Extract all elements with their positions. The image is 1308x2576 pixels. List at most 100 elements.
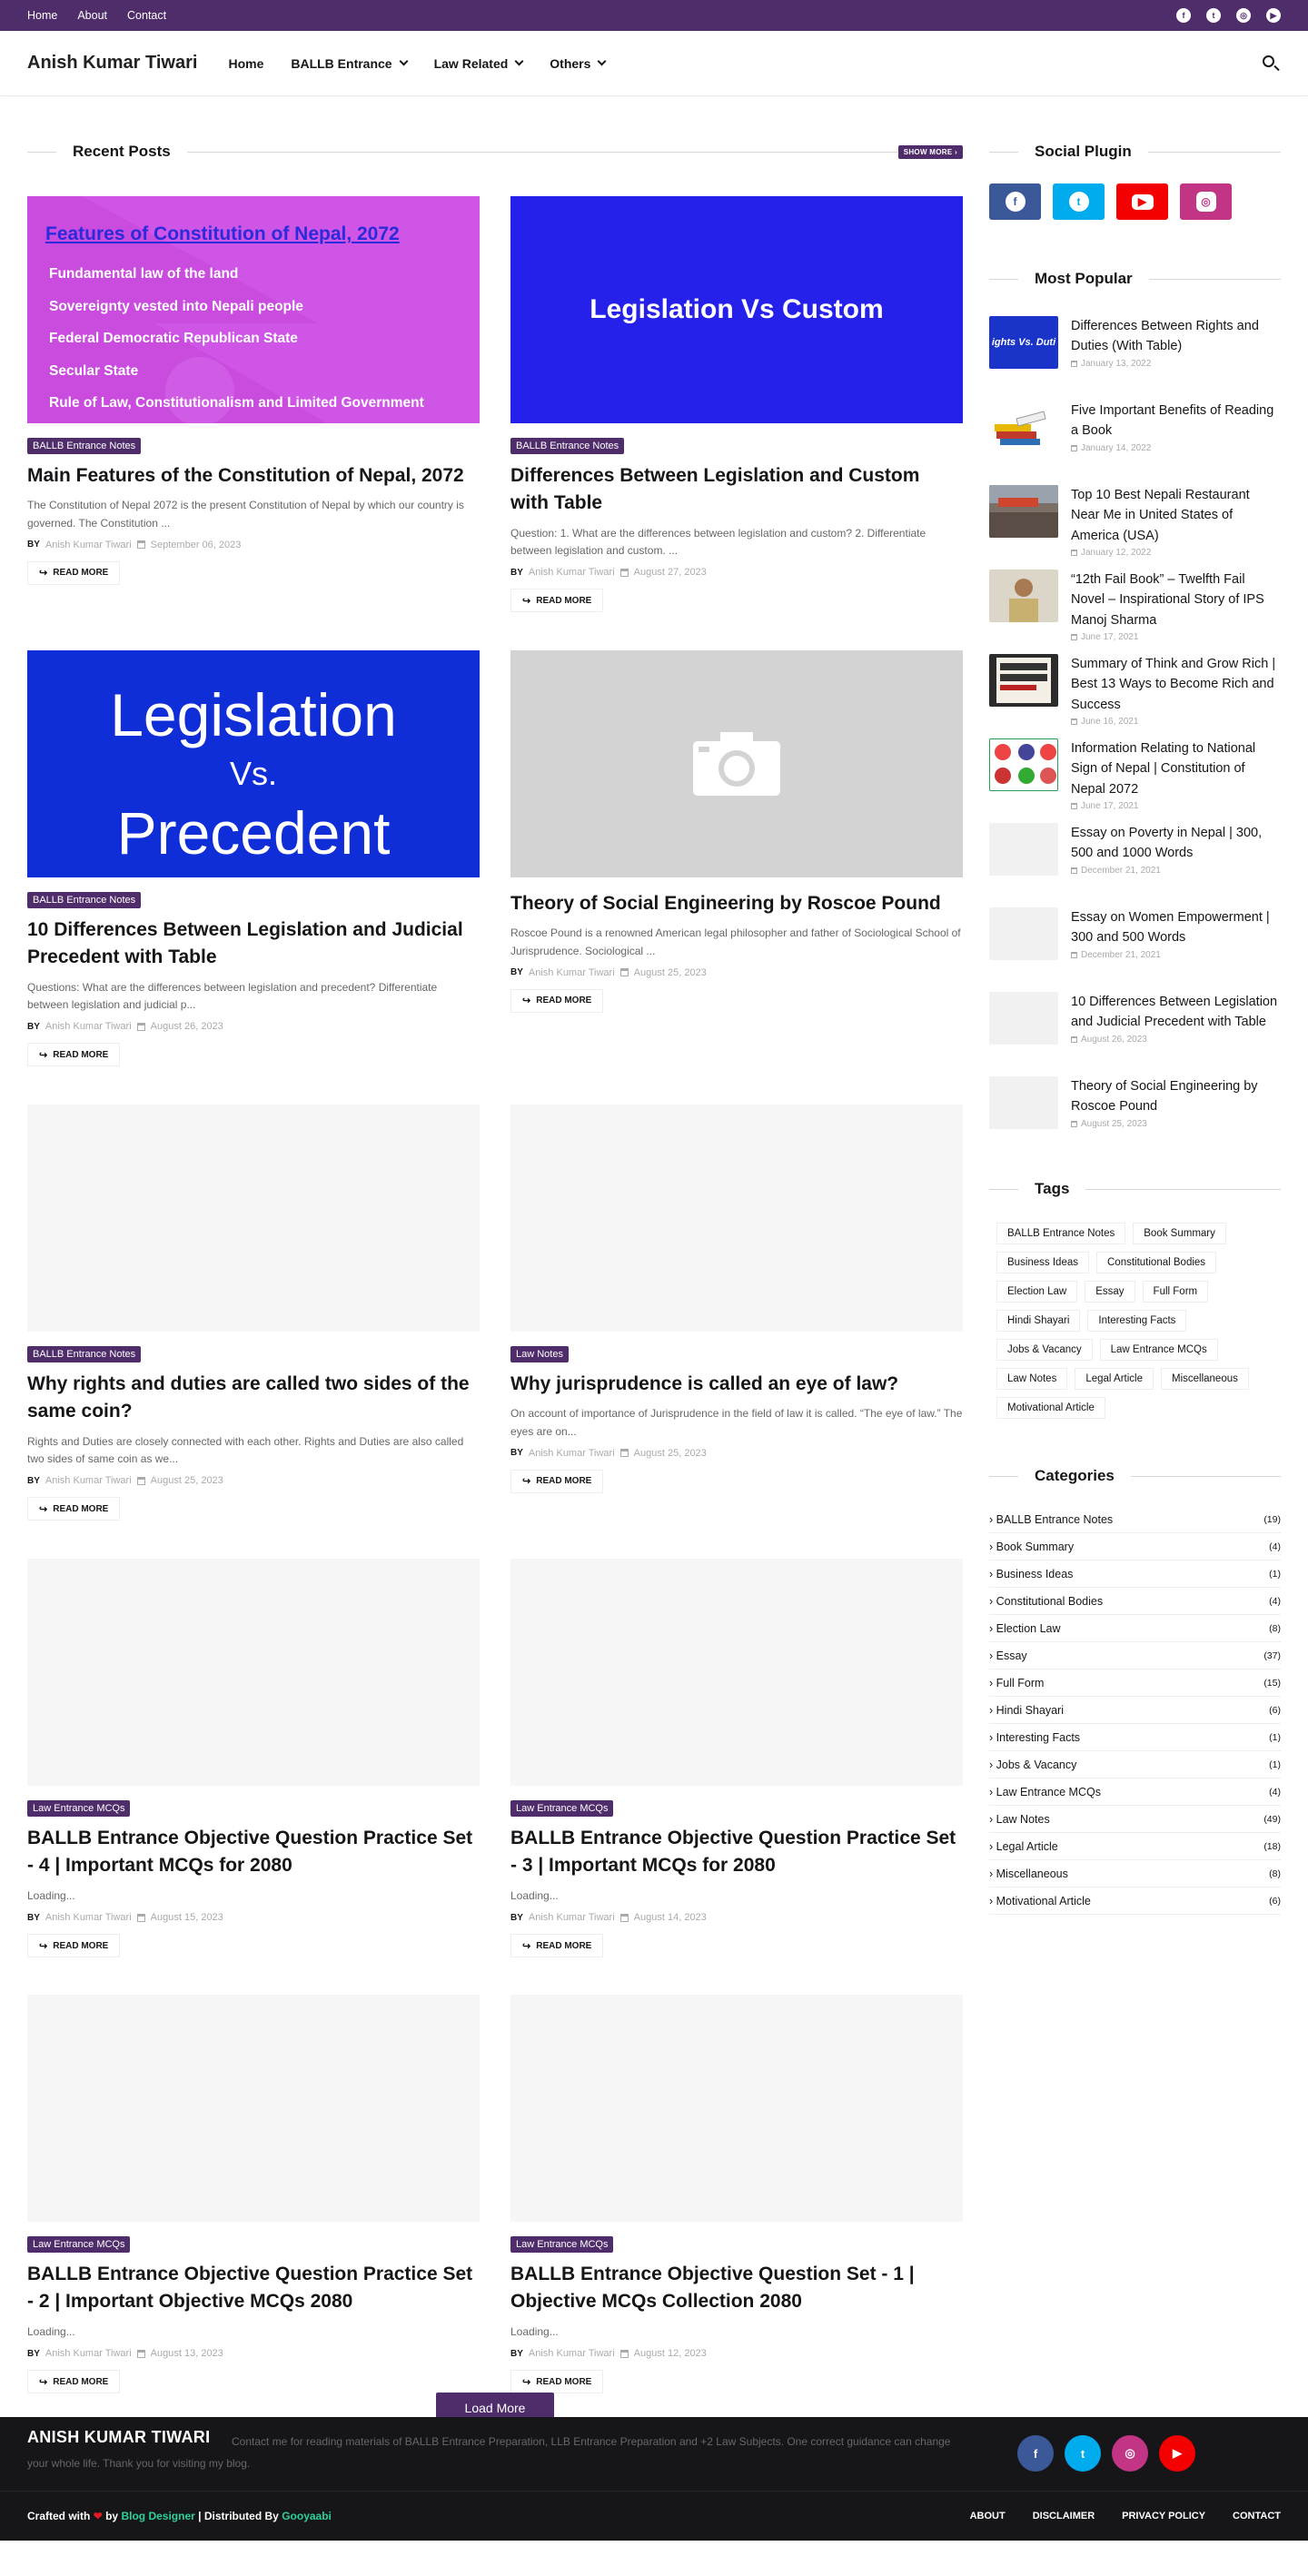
tag-item[interactable]: Motivational Article bbox=[996, 1397, 1105, 1419]
post-title[interactable]: Why rights and duties are called two sid… bbox=[27, 1371, 480, 1426]
nav-home[interactable]: Home bbox=[228, 56, 263, 71]
youtube-icon[interactable]: ▶ bbox=[1266, 8, 1281, 23]
show-more-button[interactable]: SHOW MORE › bbox=[897, 144, 963, 159]
tag-item[interactable]: Interesting Facts bbox=[1087, 1310, 1187, 1332]
site-logo[interactable]: Anish Kumar Tiwari bbox=[27, 53, 197, 74]
post-thumbnail[interactable]: Legislation Vs Custom bbox=[510, 196, 963, 423]
category-item[interactable]: › BALLB Entrance Notes (19) bbox=[989, 1506, 1281, 1533]
popular-item[interactable]: 10 Differences Between Legislation and J… bbox=[989, 992, 1281, 1076]
category-item[interactable]: › Jobs & Vacancy (1) bbox=[989, 1751, 1281, 1778]
read-more-button[interactable]: ↪ READ MORE bbox=[510, 988, 604, 1013]
post-thumbnail[interactable]: Features of Constitution of Nepal, 2072 … bbox=[27, 196, 480, 423]
post-thumbnail[interactable] bbox=[510, 650, 963, 877]
post-title[interactable]: BALLB Entrance Objective Question Practi… bbox=[27, 1825, 480, 1880]
category-item[interactable]: › Legal Article (18) bbox=[989, 1833, 1281, 1860]
footer-link-contact[interactable]: CONTACT bbox=[1233, 2511, 1281, 2522]
popular-title[interactable]: Essay on Women Empowerment | 300 and 500… bbox=[1071, 907, 1281, 948]
tag-item[interactable]: Law Entrance MCQs bbox=[1099, 1339, 1218, 1361]
post-title[interactable]: BALLB Entrance Objective Question Practi… bbox=[27, 2261, 480, 2316]
tag-item[interactable]: BALLB Entrance Notes bbox=[996, 1223, 1126, 1244]
read-more-button[interactable]: ↪ READ MORE bbox=[510, 1469, 604, 1493]
popular-title[interactable]: Differences Between Rights and Duties (W… bbox=[1071, 316, 1281, 357]
category-item[interactable]: › Election Law (8) bbox=[989, 1615, 1281, 1642]
popular-title[interactable]: Information Relating to National Sign of… bbox=[1071, 738, 1281, 799]
instagram-button[interactable]: ◎ bbox=[1180, 183, 1232, 220]
tag-item[interactable]: Hindi Shayari bbox=[996, 1310, 1081, 1332]
category-item[interactable]: › Law Entrance MCQs (4) bbox=[989, 1778, 1281, 1806]
facebook-icon[interactable]: f bbox=[1017, 2435, 1054, 2472]
top-link-contact[interactable]: Contact bbox=[127, 9, 166, 22]
post-title[interactable]: Main Features of the Constitution of Nep… bbox=[27, 462, 480, 490]
category-item[interactable]: › Business Ideas (1) bbox=[989, 1560, 1281, 1588]
tag-item[interactable]: Essay bbox=[1085, 1281, 1135, 1303]
read-more-button[interactable]: ↪ READ MORE bbox=[27, 1934, 121, 1958]
read-more-button[interactable]: ↪ READ MORE bbox=[510, 1934, 604, 1958]
post-title[interactable]: Why jurisprudence is called an eye of la… bbox=[510, 1371, 963, 1398]
tag-item[interactable]: Election Law bbox=[996, 1281, 1078, 1303]
post-thumbnail[interactable]: Legislation Vs. Precedent bbox=[27, 650, 480, 877]
category-item[interactable]: › Full Form (15) bbox=[989, 1669, 1281, 1697]
category-item[interactable]: › Book Summary (4) bbox=[989, 1533, 1281, 1560]
youtube-button[interactable]: ▶ bbox=[1116, 183, 1168, 220]
category-item[interactable]: › Hindi Shayari (6) bbox=[989, 1697, 1281, 1724]
post-author[interactable]: Anish Kumar Tiwari bbox=[529, 967, 615, 978]
post-author[interactable]: Anish Kumar Tiwari bbox=[45, 1475, 132, 1486]
twitter-icon[interactable]: t bbox=[1206, 8, 1221, 23]
tag-item[interactable]: Jobs & Vacancy bbox=[996, 1339, 1093, 1361]
post-title[interactable]: BALLB Entrance Objective Question Set - … bbox=[510, 2261, 963, 2316]
post-thumbnail[interactable] bbox=[27, 1105, 480, 1332]
footer-link-about[interactable]: ABOUT bbox=[970, 2511, 1006, 2522]
read-more-button[interactable]: ↪ READ MORE bbox=[510, 589, 604, 613]
category-item[interactable]: › Constitutional Bodies (4) bbox=[989, 1588, 1281, 1615]
post-category[interactable]: Law Entrance MCQs bbox=[510, 1800, 614, 1817]
popular-title[interactable]: Summary of Think and Grow Rich | Best 13… bbox=[1071, 654, 1281, 715]
post-title[interactable]: BALLB Entrance Objective Question Practi… bbox=[510, 1825, 963, 1880]
post-category[interactable]: Law Entrance MCQs bbox=[510, 2236, 614, 2253]
category-item[interactable]: › Miscellaneous (8) bbox=[989, 1860, 1281, 1887]
nav-law-related[interactable]: Law Related bbox=[434, 56, 524, 71]
popular-title[interactable]: “12th Fail Book” – Twelfth Fail Novel – … bbox=[1071, 570, 1281, 630]
footer-link-privacy[interactable]: PRIVACY POLICY bbox=[1122, 2511, 1205, 2522]
post-author[interactable]: Anish Kumar Tiwari bbox=[529, 1912, 615, 1923]
category-item[interactable]: › Law Notes (49) bbox=[989, 1806, 1281, 1833]
popular-item[interactable]: Essay on Women Empowerment | 300 and 500… bbox=[989, 907, 1281, 992]
post-author[interactable]: Anish Kumar Tiwari bbox=[45, 2348, 132, 2359]
category-item[interactable]: › Motivational Article (6) bbox=[989, 1887, 1281, 1915]
post-author[interactable]: Anish Kumar Tiwari bbox=[529, 2348, 615, 2359]
popular-item[interactable]: Information Relating to National Sign of… bbox=[989, 738, 1281, 823]
post-category[interactable]: BALLB Entrance Notes bbox=[27, 892, 142, 908]
tag-item[interactable]: Business Ideas bbox=[996, 1252, 1089, 1273]
facebook-button[interactable]: f bbox=[989, 183, 1041, 220]
popular-item[interactable]: Top 10 Best Nepali Restaurant Near Me in… bbox=[989, 485, 1281, 570]
distributor-link[interactable]: Gooyaabi bbox=[282, 2510, 332, 2522]
post-author[interactable]: Anish Kumar Tiwari bbox=[529, 567, 615, 578]
tag-item[interactable]: Constitutional Bodies bbox=[1096, 1252, 1217, 1273]
post-category[interactable]: BALLB Entrance Notes bbox=[510, 438, 625, 454]
post-thumbnail[interactable] bbox=[510, 1105, 963, 1332]
instagram-icon[interactable]: ◎ bbox=[1236, 8, 1251, 23]
twitter-icon[interactable]: t bbox=[1065, 2435, 1101, 2472]
post-category[interactable]: Law Entrance MCQs bbox=[27, 1800, 131, 1817]
read-more-button[interactable]: ↪ READ MORE bbox=[510, 2370, 604, 2394]
instagram-icon[interactable]: ◎ bbox=[1112, 2435, 1148, 2472]
post-title[interactable]: Theory of Social Engineering by Roscoe P… bbox=[510, 890, 963, 917]
popular-title[interactable]: Essay on Poverty in Nepal | 300, 500 and… bbox=[1071, 823, 1281, 864]
popular-item[interactable]: ights Vs. Duti Differences Between Right… bbox=[989, 316, 1281, 401]
nav-others[interactable]: Others bbox=[550, 56, 607, 71]
post-author[interactable]: Anish Kumar Tiwari bbox=[529, 1448, 615, 1459]
popular-title[interactable]: Theory of Social Engineering by Roscoe P… bbox=[1071, 1076, 1281, 1117]
category-item[interactable]: › Interesting Facts (1) bbox=[989, 1724, 1281, 1751]
post-author[interactable]: Anish Kumar Tiwari bbox=[45, 1912, 132, 1923]
post-author[interactable]: Anish Kumar Tiwari bbox=[45, 1021, 132, 1032]
post-title[interactable]: 10 Differences Between Legislation and J… bbox=[27, 916, 480, 972]
post-thumbnail[interactable] bbox=[27, 1995, 480, 2222]
nav-ballb-entrance[interactable]: BALLB Entrance bbox=[291, 56, 409, 71]
tag-item[interactable]: Legal Article bbox=[1075, 1368, 1154, 1390]
popular-title[interactable]: Five Important Benefits of Reading a Boo… bbox=[1071, 401, 1281, 441]
post-category[interactable]: BALLB Entrance Notes bbox=[27, 1346, 142, 1362]
post-thumbnail[interactable] bbox=[27, 1559, 480, 1786]
top-link-about[interactable]: About bbox=[77, 9, 107, 22]
post-thumbnail[interactable] bbox=[510, 1559, 963, 1786]
tag-item[interactable]: Full Form bbox=[1142, 1281, 1209, 1303]
tag-item[interactable]: Law Notes bbox=[996, 1368, 1068, 1390]
